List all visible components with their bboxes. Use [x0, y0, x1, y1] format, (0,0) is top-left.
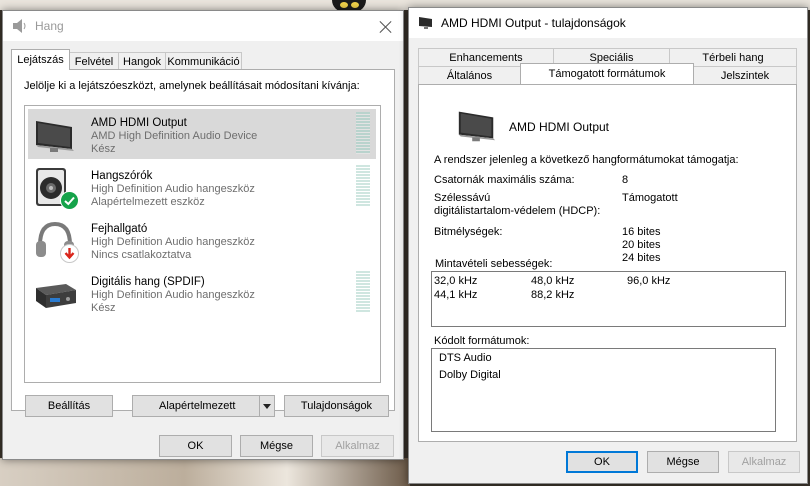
tab-label: Támogatott formátumok	[548, 68, 666, 80]
tab-general[interactable]: Általános	[418, 66, 521, 84]
encoded-formats-label: Kódolt formátumok:	[434, 335, 530, 347]
default-check-icon	[60, 191, 79, 210]
supported-formats-panel: AMD HDMI Output A rendszer jelenleg a kö…	[418, 84, 797, 442]
tab-label: Speciális	[589, 51, 634, 64]
device-item-headphones[interactable]: Fejhallgató High Definition Audio hanges…	[28, 215, 376, 265]
bit-depth-label: Bitmélységek:	[434, 226, 503, 238]
device-name: Digitális hang (SPDIF)	[91, 276, 205, 288]
device-name: Fejhallgató	[91, 223, 148, 235]
device-name: AMD HDMI Output	[509, 120, 610, 134]
tab-sounds[interactable]: Hangok	[118, 52, 166, 70]
max-channels-label: Csatornák maximális száma:	[434, 174, 575, 186]
configure-button[interactable]: Beállítás	[25, 395, 113, 417]
sample-rate-32: 32,0 kHz	[434, 275, 478, 287]
properties-button[interactable]: Tulajdonságok	[284, 395, 389, 417]
volume-meter	[356, 271, 370, 313]
device-driver: AMD High Definition Audio Device	[91, 130, 258, 142]
instruction-text: Jelölje ki a lejátszóeszközt, amelynek b…	[24, 80, 360, 92]
device-list[interactable]: AMD HDMI Output AMD High Definition Audi…	[24, 105, 381, 383]
hdcp-label-line2: digitálistartalom-védelem (HDCP):	[434, 205, 601, 217]
set-default-button[interactable]: Alapértelmezett	[132, 395, 260, 417]
device-driver: High Definition Audio hangeszköz	[91, 236, 255, 248]
button-label: Alkalmaz	[741, 456, 787, 468]
button-label: Alkalmaz	[335, 440, 380, 452]
set-default-dropdown[interactable]	[259, 395, 275, 417]
close-icon[interactable]	[379, 20, 393, 34]
sound-dialog: Hang Lejátszás Felvétel Hangok Kommuniká…	[2, 10, 404, 460]
hdcp-label-line1: Szélessávú	[434, 192, 491, 204]
button-label: Mégse	[666, 456, 700, 468]
device-name: AMD HDMI Output	[91, 117, 187, 129]
volume-meter	[356, 165, 370, 207]
apply-button[interactable]: Alkalmaz	[728, 451, 800, 473]
device-item-amd-hdmi[interactable]: AMD HDMI Output AMD High Definition Audi…	[28, 109, 376, 159]
device-status: Kész	[91, 143, 116, 155]
device-driver: High Definition Audio hangeszköz	[91, 289, 255, 301]
cancel-button[interactable]: Mégse	[240, 435, 313, 457]
tab-label: Általános	[446, 69, 493, 82]
tab-label: Felvétel	[74, 55, 114, 68]
tab-playback[interactable]: Lejátszás	[11, 49, 70, 70]
max-channels-value: 8	[622, 174, 629, 186]
button-label: OK	[187, 440, 204, 452]
hdcp-value: Támogatott	[622, 192, 678, 204]
monitor-icon	[32, 113, 78, 157]
apply-button[interactable]: Alkalmaz	[321, 435, 394, 457]
sound-dialog-titlebar[interactable]: Hang	[3, 11, 403, 41]
properties-dialog-title: AMD HDMI Output - tulajdonságok	[441, 16, 626, 30]
sample-rates-label: Mintavételi sebességek:	[434, 258, 554, 270]
volume-meter	[356, 112, 370, 154]
sample-rate-44: 44,1 kHz	[434, 289, 478, 301]
encoded-format-dolby: Dolby Digital	[439, 369, 501, 381]
formats-intro: A rendszer jelenleg a következő hangform…	[434, 154, 739, 166]
device-status: Kész	[91, 302, 116, 314]
bit-depth-20: 20 bites	[622, 239, 661, 251]
encoded-formats-box: DTS Audio Dolby Digital	[431, 348, 776, 432]
unplugged-arrow-icon	[60, 244, 79, 263]
tab-label: Lejátszás	[17, 54, 64, 66]
chevron-down-icon	[263, 403, 271, 409]
tab-supported-formats[interactable]: Támogatott formátumok	[520, 63, 694, 84]
bit-depth-24: 24 bites	[622, 252, 661, 264]
sample-rate-48: 48,0 kHz	[531, 275, 575, 287]
button-label: OK	[594, 456, 610, 468]
properties-dialog: AMD HDMI Output - tulajdonságok Enhancem…	[408, 7, 808, 484]
bit-depth-16: 16 bites	[622, 226, 661, 238]
tab-label: Térbeli hang	[702, 51, 764, 64]
cancel-button[interactable]: Mégse	[647, 451, 719, 473]
device-name: Hangszórók	[91, 170, 153, 182]
tab-communications[interactable]: Kommunikáció	[165, 52, 242, 70]
tab-label: Enhancements	[449, 51, 523, 64]
device-status: Alapértelmezett eszköz	[91, 196, 205, 208]
ok-button[interactable]: OK	[566, 451, 638, 473]
tab-label: Jelszintek	[720, 69, 770, 82]
desktop-background-bottom	[0, 458, 410, 486]
sample-rates-box	[431, 271, 786, 327]
spdif-receiver-icon	[32, 272, 78, 316]
device-driver: High Definition Audio hangeszköz	[91, 183, 255, 195]
device-item-spdif[interactable]: Digitális hang (SPDIF) High Definition A…	[28, 268, 376, 318]
tab-levels[interactable]: Jelszintek	[693, 66, 797, 84]
button-label: Beállítás	[47, 400, 91, 412]
properties-dialog-titlebar[interactable]: AMD HDMI Output - tulajdonságok	[409, 8, 807, 38]
sample-rate-88: 88,2 kHz	[531, 289, 575, 301]
button-label: Alapértelmezett	[159, 400, 236, 412]
monitor-icon	[455, 103, 499, 147]
encoded-format-dts: DTS Audio	[439, 352, 492, 364]
tab-recording[interactable]: Felvétel	[69, 52, 119, 70]
sample-rate-96: 96,0 kHz	[627, 275, 671, 287]
sound-dialog-title: Hang	[35, 19, 64, 33]
device-status: Nincs csatlakoztatva	[91, 249, 192, 261]
button-label: Mégse	[259, 440, 294, 452]
monitor-title-icon	[418, 16, 434, 30]
ok-button[interactable]: OK	[159, 435, 232, 457]
tab-label: Hangok	[123, 55, 161, 68]
speaker-title-icon	[12, 19, 28, 33]
tab-label: Kommunikáció	[167, 55, 240, 68]
button-label: Tulajdonságok	[300, 400, 373, 412]
device-item-speakers[interactable]: Hangszórók High Definition Audio hangesz…	[28, 162, 376, 212]
